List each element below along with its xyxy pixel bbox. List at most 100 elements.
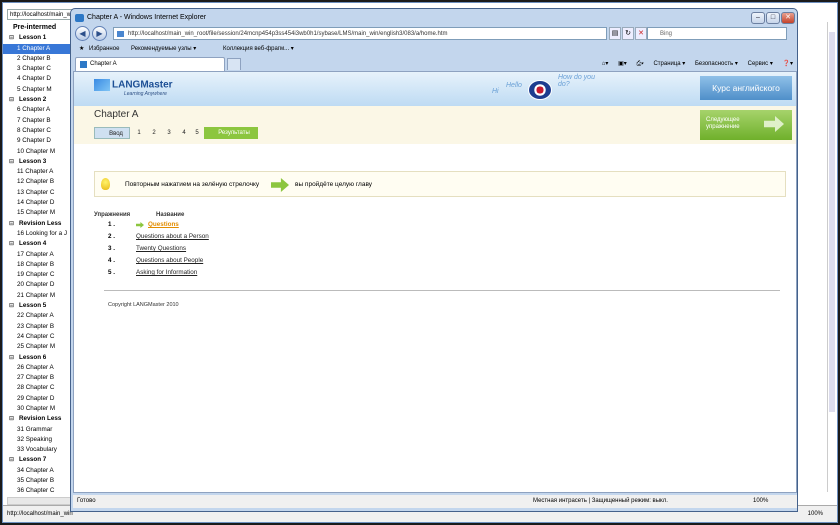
logo-tagline: Learning Anywhere <box>124 91 167 97</box>
refresh-icon[interactable]: ↻ <box>622 27 634 40</box>
exercise-link[interactable]: Questions <box>148 220 179 230</box>
tab-intro[interactable]: Ввод <box>94 127 130 139</box>
tree-item[interactable]: 27 Chapter B <box>3 373 73 383</box>
scrollbar-thumb[interactable] <box>829 32 835 412</box>
tree-item[interactable]: 7 Chapter B <box>3 116 73 126</box>
lightbulb-icon <box>101 178 110 190</box>
tree-item[interactable]: 22 Chapter A <box>3 311 73 321</box>
tree-item[interactable]: 21 Chapter M <box>3 291 73 301</box>
tree-item[interactable]: 31 Grammar <box>3 425 73 435</box>
tree-item[interactable]: 12 Chapter B <box>3 177 73 187</box>
logo-text: LANGMaster <box>112 79 173 91</box>
home-icon[interactable]: ⌂▾ <box>602 61 609 67</box>
exercise-link[interactable]: Questions about People <box>136 256 203 266</box>
tab-ex-3[interactable]: 3 <box>162 127 176 139</box>
forward-icon[interactable]: ▶ <box>92 26 107 41</box>
search-input[interactable]: Bing <box>647 27 787 40</box>
fav-link-gallery[interactable]: Коллекция веб-фрагм... ▾ <box>223 43 294 56</box>
background-scrollbar[interactable] <box>827 22 836 492</box>
bubble-hi: Hi <box>492 88 499 95</box>
tools-menu[interactable]: Сервис ▾ <box>748 61 773 67</box>
exercise-link[interactable]: Questions about a Person <box>136 232 209 242</box>
tree-item[interactable]: Lesson 5 <box>3 301 73 312</box>
background-address-bar[interactable]: http://localhost/main_win <box>7 9 77 20</box>
tree-item[interactable]: 4 Chapter D <box>3 74 73 84</box>
stop-icon[interactable]: ✕ <box>635 27 647 40</box>
fav-link-suggested[interactable]: Рекомендуемые узлы ▾ <box>131 43 196 56</box>
tree-item[interactable]: 36 Chapter C <box>3 486 73 496</box>
tree-item[interactable]: 11 Chapter A <box>3 167 73 177</box>
tree-item[interactable]: 2 Chapter B <box>3 54 73 64</box>
tree-item[interactable]: Lesson 4 <box>3 239 73 250</box>
tree-item[interactable]: 18 Chapter B <box>3 260 73 270</box>
tree-item[interactable]: Lesson 1 <box>3 33 73 44</box>
tree-item[interactable]: 16 Looking for a J <box>3 229 73 239</box>
tree-item[interactable]: 17 Chapter A <box>3 250 73 260</box>
compat-icon[interactable]: ▤ <box>609 27 621 40</box>
tree-item[interactable]: 5 Chapter M <box>3 85 73 95</box>
tree-item[interactable]: 29 Chapter D <box>3 394 73 404</box>
tree-item[interactable]: Lesson 3 <box>3 157 73 168</box>
minimize-button[interactable]: – <box>751 12 765 24</box>
tree-item[interactable]: Lesson 2 <box>3 95 73 106</box>
langmaster-header: LANGMaster Learning Anywhere Hi Hello Ho… <box>74 72 796 106</box>
hint-text-after: вы пройдёте целую главу <box>295 181 373 188</box>
tab-ex-4[interactable]: 4 <box>177 127 191 139</box>
next-exercise-button[interactable]: Следующее упражнение <box>700 110 792 140</box>
tree-item[interactable]: 34 Chapter A <box>3 466 73 476</box>
maximize-button[interactable]: □ <box>766 12 780 24</box>
exercise-link[interactable]: Twenty Questions <box>136 244 186 254</box>
command-bar: ⌂▾ ▣▾ ⎙▾ Страница ▾ Безопасность ▾ Серви… <box>594 57 793 71</box>
tree-item[interactable]: 9 Chapter D <box>3 136 73 146</box>
tab-chapter-a[interactable]: Chapter A <box>75 57 225 71</box>
tree-item[interactable]: 13 Chapter C <box>3 188 73 198</box>
tree-item[interactable]: 10 Chapter M <box>3 147 73 157</box>
feeds-icon[interactable]: ▣▾ <box>618 61 627 67</box>
ie-status-bar: Готово Местная интрасеть | Защищенный ре… <box>73 495 797 508</box>
ie-window: Chapter A - Windows Internet Explorer – … <box>70 8 798 512</box>
tree-item[interactable]: Revision Less <box>3 414 73 425</box>
help-menu[interactable]: ❓▾ <box>783 61 793 67</box>
safety-menu[interactable]: Безопасность ▾ <box>695 61 738 67</box>
logo-icon <box>94 79 110 91</box>
tree-item[interactable]: 6 Chapter A <box>3 105 73 115</box>
exercise-number: 2 . <box>108 233 116 240</box>
tree-horizontal-scrollbar[interactable] <box>7 497 77 505</box>
tree-item[interactable]: 30 Chapter M <box>3 404 73 414</box>
tree-item[interactable]: Revision Less <box>3 219 73 230</box>
tree-item[interactable]: 14 Chapter D <box>3 198 73 208</box>
tab-ex-5[interactable]: 5 <box>190 127 204 139</box>
tree-item[interactable]: 20 Chapter D <box>3 280 73 290</box>
tree-item[interactable]: 33 Vocabulary <box>3 445 73 455</box>
tree-item[interactable]: 8 Chapter C <box>3 126 73 136</box>
tree-item[interactable]: 32 Speaking <box>3 435 73 445</box>
chapter-bar: Chapter A Ввод 1 2 3 4 5 Результаты След… <box>74 106 796 144</box>
tab-ex-1[interactable]: 1 <box>132 127 146 139</box>
tree-item[interactable]: Pre-intermed <box>3 23 73 33</box>
exercise-link[interactable]: Asking for Information <box>136 268 197 278</box>
page-menu[interactable]: Страница ▾ <box>653 61 685 67</box>
zoom-level[interactable]: 100% <box>753 495 768 508</box>
tree-item[interactable]: 23 Chapter B <box>3 322 73 332</box>
tree-item[interactable]: Lesson 6 <box>3 353 73 364</box>
tree-item[interactable]: 3 Chapter C <box>3 64 73 74</box>
new-tab-button[interactable] <box>227 58 241 70</box>
back-icon[interactable]: ◀ <box>75 26 90 41</box>
tree-item[interactable]: 19 Chapter C <box>3 270 73 280</box>
print-icon[interactable]: ⎙▾ <box>636 61 643 67</box>
tab-results[interactable]: Результаты <box>204 127 258 139</box>
background-zoom[interactable]: 100% <box>808 506 823 523</box>
tree-item[interactable]: 1 Chapter A <box>3 43 73 54</box>
favorites-button[interactable]: Избранное <box>89 43 119 56</box>
tree-item[interactable]: 26 Chapter A <box>3 363 73 373</box>
tree-item[interactable]: Lesson 7 <box>3 455 73 466</box>
favorites-icon[interactable]: ★ <box>79 43 84 56</box>
tree-item[interactable]: 35 Chapter B <box>3 476 73 486</box>
tree-item[interactable]: 28 Chapter C <box>3 383 73 393</box>
tab-ex-2[interactable]: 2 <box>147 127 161 139</box>
tree-item[interactable]: 24 Chapter C <box>3 332 73 342</box>
address-input[interactable]: http://localhost/main_win_root/file/sess… <box>113 27 607 40</box>
tree-item[interactable]: 25 Chapter M <box>3 342 73 352</box>
tree-item[interactable]: 15 Chapter M <box>3 208 73 218</box>
close-button[interactable]: ✕ <box>781 12 795 24</box>
